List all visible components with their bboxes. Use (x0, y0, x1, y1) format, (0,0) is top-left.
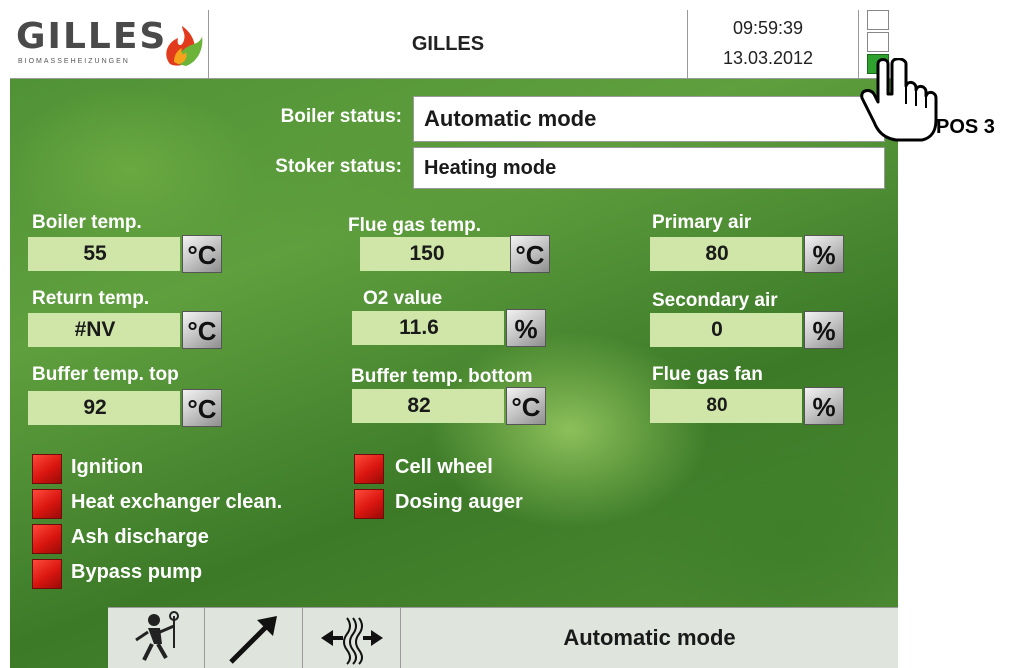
operating-mode-label[interactable]: Automatic mode (401, 608, 898, 668)
heat-exchanger-clean-led (32, 489, 62, 519)
measurement-label: Primary air (652, 212, 752, 233)
chimney-sweep-icon (135, 611, 179, 661)
chimney-sweep-button[interactable] (108, 608, 205, 668)
clock-time: 09:59:39 (732, 18, 804, 38)
celsius-unit-icon: °C (510, 235, 550, 273)
measurement-value: 82 (352, 389, 504, 423)
boiler-status-field[interactable]: Automatic mode (413, 96, 885, 142)
boiler-status-label: Boiler status: (280, 106, 402, 127)
manual-mode-button[interactable] (205, 608, 303, 668)
header-bar: GILLES BIOMASSEHEIZUNGEN GILLES 09:59:39… (10, 10, 898, 79)
percent-unit-icon: % (804, 311, 844, 349)
indicator-label-ash-discharge: Ash discharge (71, 526, 209, 548)
percent-unit-icon: % (506, 309, 546, 347)
indicator-label-ignition: Ignition (71, 456, 144, 478)
measurement-value: #NV (28, 313, 180, 347)
bypass-pump-led (32, 559, 62, 589)
measurement-value: 0 (650, 313, 802, 347)
measurement-label: Secondary air (652, 290, 778, 311)
ignition-led (32, 454, 62, 484)
stoker-status-field[interactable]: Heating mode (413, 147, 885, 189)
indicator-label-bypass-pump: Bypass pump (71, 561, 203, 583)
arrow-diagonal-icon (229, 616, 277, 664)
measurement-label: Flue gas temp. (348, 215, 482, 236)
measurement-label: Buffer temp. top (32, 364, 179, 385)
measurement-value: 11.6 (352, 311, 504, 345)
percent-unit-icon: % (804, 387, 844, 425)
celsius-unit-icon: °C (182, 389, 222, 427)
measurement-label: O2 value (363, 288, 443, 309)
celsius-unit-icon: °C (182, 235, 222, 273)
measurement-value: 80 (650, 237, 802, 271)
clock-date: 13.03.2012 (722, 48, 814, 68)
measurement-label: Flue gas fan (652, 364, 763, 385)
indicator-label-cell-wheel: Cell wheel (395, 456, 493, 478)
percent-unit-icon: % (804, 235, 844, 273)
measurement-label: Buffer temp. bottom (351, 366, 533, 387)
page-title: GILLES (411, 33, 485, 55)
position-1-button[interactable] (867, 10, 889, 30)
heat-exchange-icon (321, 617, 383, 665)
celsius-unit-icon: °C (506, 387, 546, 425)
stoker-status-label: Stoker status: (275, 156, 402, 177)
clock: 09:59:39 13.03.2012 (688, 10, 859, 78)
ash-discharge-led (32, 524, 62, 554)
hmi-screen: GILLES BIOMASSEHEIZUNGEN GILLES 09:59:39… (10, 10, 898, 668)
measurement-label: Return temp. (32, 288, 150, 309)
footer-bar: Automatic mode (108, 607, 898, 668)
logo-subtext: BIOMASSEHEIZUNGEN (18, 58, 130, 65)
logo-text: GILLES (16, 16, 168, 57)
measurement-value: 80 (650, 389, 802, 423)
title-box: GILLES (209, 10, 688, 78)
measurement-value: 92 (28, 391, 180, 425)
position-2-button[interactable] (867, 32, 889, 52)
measurement-label: Boiler temp. (32, 212, 142, 233)
measurement-value: 150 (360, 237, 512, 271)
cell-wheel-led (354, 454, 384, 484)
celsius-unit-icon: °C (182, 311, 222, 349)
position-annotation-label: POS 3 (936, 116, 995, 138)
flame-leaf-icon (166, 26, 203, 66)
indicator-label-dosing-auger: Dosing auger (395, 491, 523, 513)
gilles-logo: GILLES BIOMASSEHEIZUNGEN (10, 10, 209, 78)
heat-exchange-button[interactable] (303, 608, 401, 668)
pointing-hand-icon (860, 58, 938, 142)
dosing-auger-led (354, 489, 384, 519)
indicator-label-heat-exchanger-clean: Heat exchanger clean. (71, 491, 283, 513)
measurement-value: 55 (28, 237, 180, 271)
